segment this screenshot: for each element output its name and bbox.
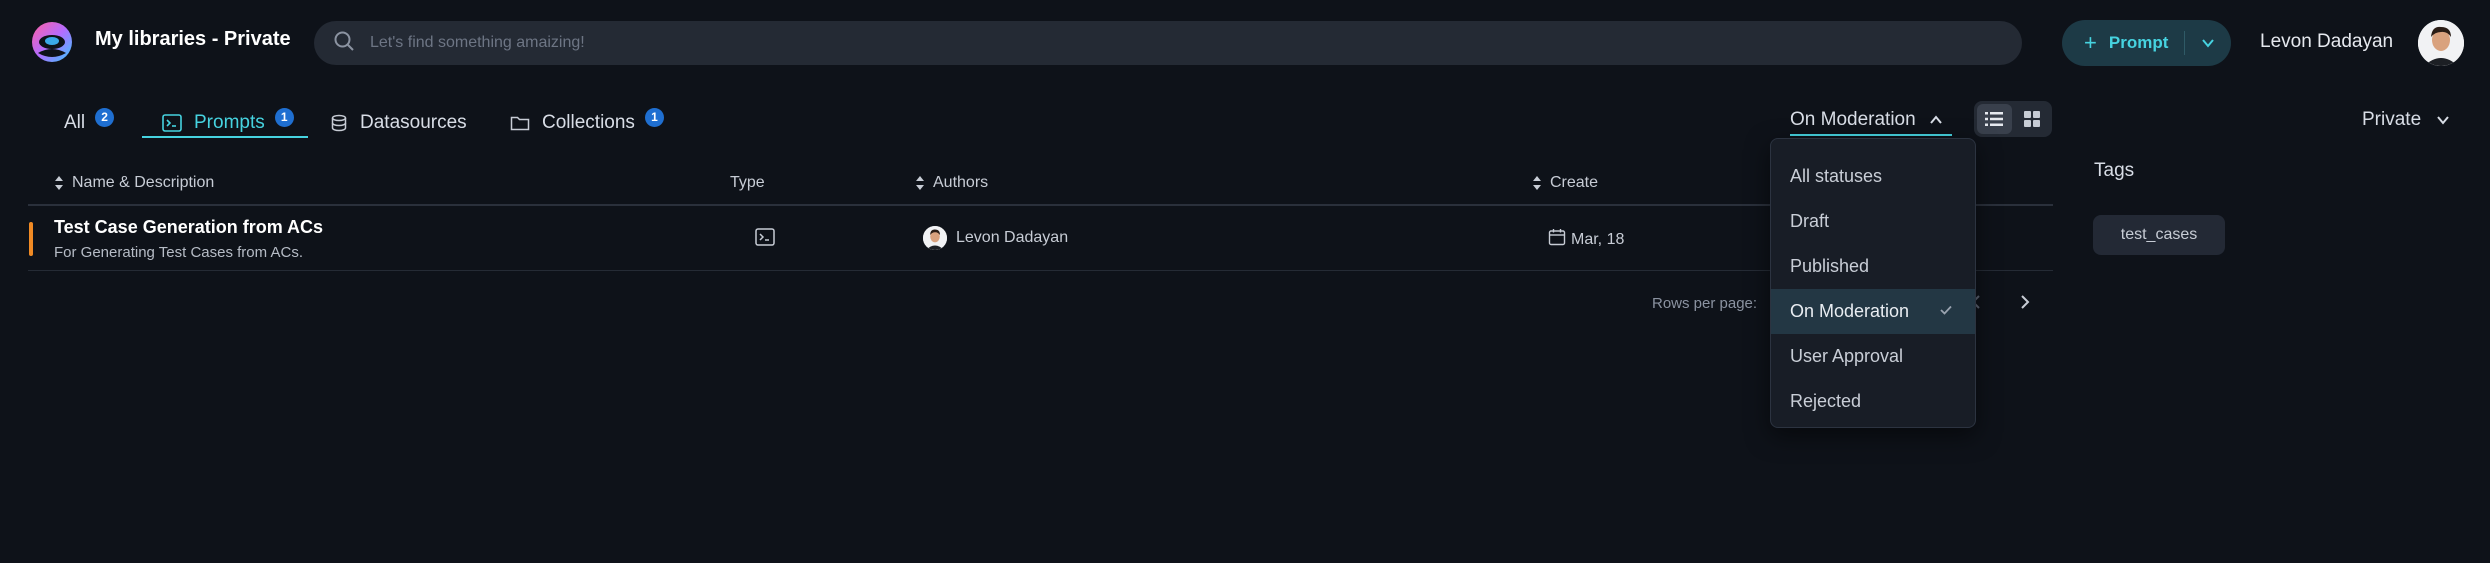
prompt-main-button[interactable]: + Prompt: [2062, 20, 2184, 66]
author-name[interactable]: Levon Dadayan: [956, 229, 1068, 247]
plus-icon: +: [2084, 30, 2097, 55]
option-label: User Approval: [1790, 346, 1904, 366]
logo-icon[interactable]: [28, 21, 76, 63]
search-icon: [332, 29, 356, 58]
status-dropdown-menu: All statuses Draft Published On Moderati…: [1770, 138, 1976, 428]
sort-icon: [1532, 175, 1542, 191]
option-label: Draft: [1790, 211, 1830, 231]
database-icon: [330, 114, 348, 132]
tags-heading: Tags: [2094, 160, 2135, 181]
status-option-user-approval[interactable]: User Approval: [1771, 334, 1975, 379]
tab-all-label: All: [64, 112, 86, 133]
list-view-button[interactable]: [1977, 104, 2012, 134]
status-option-draft[interactable]: Draft: [1771, 199, 1975, 244]
list-icon: [1985, 112, 2004, 126]
status-filter-select[interactable]: On Moderation: [1790, 107, 1944, 133]
status-option-on-moderation[interactable]: On Moderation: [1771, 289, 1975, 334]
tab-datasources-label: Datasources: [360, 112, 467, 133]
search-input[interactable]: [370, 34, 1870, 52]
count-badge: 1: [274, 107, 294, 127]
status-filter-value: On Moderation: [1790, 109, 1916, 130]
status-option-rejected[interactable]: Rejected: [1771, 379, 1975, 424]
terminal-icon: [755, 228, 775, 251]
column-header-label: Type: [730, 174, 765, 191]
column-header-type: Type: [730, 172, 765, 194]
terminal-icon: [162, 114, 182, 132]
user-name[interactable]: Levon Dadayan: [2260, 31, 2393, 53]
chevron-down-icon: [2435, 112, 2451, 128]
next-page-button[interactable]: [2017, 293, 2033, 316]
create-prompt-button[interactable]: + Prompt: [2062, 20, 2231, 66]
check-icon: [1939, 303, 1953, 317]
count-badge: 1: [644, 107, 664, 127]
view-mode-toggle[interactable]: [1974, 101, 2052, 137]
grid-view-button[interactable]: [2015, 104, 2050, 134]
column-header-create[interactable]: Create: [1532, 172, 1598, 194]
tag-chip[interactable]: test_cases: [2093, 215, 2225, 255]
prompt-button-label: Prompt: [2108, 33, 2169, 52]
column-header-label: Name & Description: [72, 174, 215, 191]
tab-all[interactable]: All 2: [64, 107, 115, 138]
chevron-up-icon: [1928, 112, 1944, 128]
column-header-name[interactable]: Name & Description: [54, 172, 214, 194]
active-tab-indicator: [142, 136, 308, 138]
prompt-options-button[interactable]: [2185, 20, 2231, 66]
chevron-down-icon: [2202, 39, 2214, 48]
tab-collections[interactable]: Collections 1: [510, 107, 664, 138]
sort-icon: [54, 175, 64, 191]
calendar-icon: [1548, 228, 1566, 251]
status-marker: [29, 222, 33, 256]
column-header-label: Authors: [933, 174, 989, 191]
visibility-filter-value: Private: [2362, 109, 2422, 130]
avatar[interactable]: [2418, 20, 2464, 66]
page-title: My libraries - Private: [95, 28, 291, 50]
sort-icon: [915, 175, 925, 191]
tab-datasources[interactable]: Datasources: [330, 108, 467, 138]
grid-icon: [2023, 111, 2040, 127]
avatar: [923, 226, 947, 250]
option-label: On Moderation: [1790, 301, 1910, 321]
visibility-filter-select[interactable]: Private: [2362, 109, 2451, 131]
tab-collections-label: Collections: [542, 112, 635, 133]
tab-prompts-label: Prompts: [194, 112, 265, 133]
status-filter-underline: [1790, 134, 1952, 136]
status-option-published[interactable]: Published: [1771, 244, 1975, 289]
column-header-label: Create: [1550, 174, 1599, 191]
tab-prompts[interactable]: Prompts 1: [162, 107, 294, 138]
rows-per-page-label: Rows per page:: [1652, 295, 1758, 312]
row-divider: [28, 270, 2053, 271]
prompt-title-link[interactable]: Test Case Generation from ACs: [54, 217, 323, 238]
search-bar[interactable]: [314, 21, 2022, 65]
column-header-authors[interactable]: Authors: [915, 172, 988, 194]
count-badge: 2: [95, 107, 115, 127]
chevron-right-icon: [2021, 295, 2030, 309]
created-date: Mar, 18: [1571, 231, 1625, 248]
prompt-description: For Generating Test Cases from ACs.: [54, 244, 303, 261]
option-label: Published: [1790, 256, 1870, 276]
option-label: All statuses: [1790, 166, 1883, 186]
option-label: Rejected: [1790, 391, 1862, 411]
folder-icon: [510, 114, 530, 132]
header-divider: [28, 204, 2053, 206]
status-option-all[interactable]: All statuses: [1771, 154, 1975, 199]
